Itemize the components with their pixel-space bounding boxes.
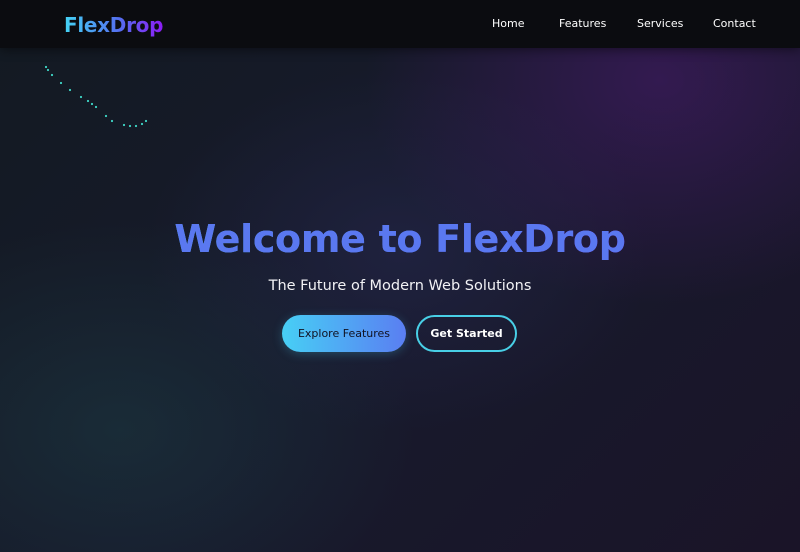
particle-dot [134,124,138,128]
navbar: FlexDrop Home Features Services Contact [0,0,800,48]
particle-dot [86,99,90,103]
hero-title: Welcome to FlexDrop [174,217,626,261]
particle-dot [59,81,63,85]
particle-dot [68,88,72,92]
particle-dot [94,105,98,109]
get-started-button[interactable]: Get Started [416,315,517,352]
explore-features-button[interactable]: Explore Features [282,315,406,352]
particle-dot [44,65,48,69]
particle-dot [90,102,94,106]
hero-subtitle: The Future of Modern Web Solutions [268,278,532,294]
particle-dot [50,73,54,77]
landing-page: FlexDrop Home Features Services Contact … [0,0,800,552]
particle-dot [144,119,148,123]
particle-dot [140,122,144,126]
brand-logo[interactable]: FlexDrop [64,12,163,38]
particle-dot [104,114,108,118]
particle-dot [46,68,50,72]
nav-link-home[interactable]: Home [492,17,524,30]
nav-link-services[interactable]: Services [637,17,683,30]
nav-link-features[interactable]: Features [559,17,606,30]
particle-dot [110,119,114,123]
hero-section: Welcome to FlexDrop [0,215,800,263]
particle-dot [122,123,126,127]
particle-dot [128,124,132,128]
nav-link-contact[interactable]: Contact [713,17,756,30]
particle-dot [79,95,83,99]
